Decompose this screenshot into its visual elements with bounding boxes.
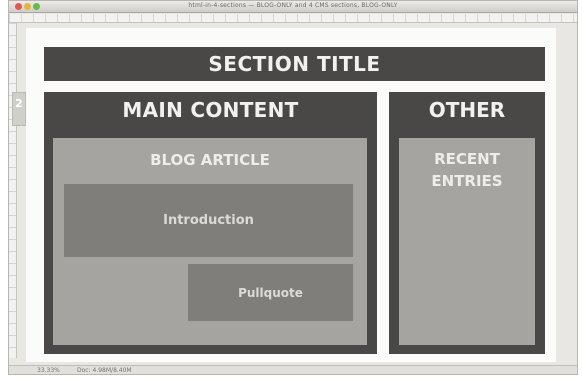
blog-article-block[interactable]: BLOG ARTICLE Introduction Pullquote <box>53 138 367 345</box>
title-bar: html-in-4-sections — BLOG-ONLY and 4 CMS… <box>9 1 577 13</box>
pullquote-label: Pullquote <box>238 285 303 300</box>
status-bar: 33.33% Doc: 4.98M/8.40M <box>9 365 577 374</box>
section-title-label: SECTION TITLE <box>208 52 381 76</box>
main-content-block[interactable]: MAIN CONTENT BLOG ARTICLE Introduction P… <box>44 92 377 354</box>
introduction-label: Introduction <box>163 213 254 228</box>
zoom-level[interactable]: 33.33% <box>37 366 60 375</box>
vertical-ruler <box>9 23 17 358</box>
other-block[interactable]: OTHER RECENT ENTRIES <box>389 92 545 354</box>
document-size: Doc: 4.98M/8.40M <box>77 367 132 374</box>
blog-article-heading: BLOG ARTICLE <box>150 151 270 169</box>
side-panel-tab[interactable]: 2 <box>12 92 26 126</box>
introduction-block[interactable]: Introduction <box>64 184 353 257</box>
section-title-block[interactable]: SECTION TITLE <box>44 47 545 81</box>
recent-entries-heading: RECENT ENTRIES <box>431 150 503 190</box>
window-title: html-in-4-sections — BLOG-ONLY and 4 CMS… <box>188 2 398 9</box>
horizontal-ruler <box>9 14 577 23</box>
other-heading: OTHER <box>428 98 506 122</box>
main-content-heading: MAIN CONTENT <box>122 98 299 122</box>
recent-entries-block[interactable]: RECENT ENTRIES <box>399 138 535 345</box>
pullquote-block[interactable]: Pullquote <box>188 264 353 321</box>
